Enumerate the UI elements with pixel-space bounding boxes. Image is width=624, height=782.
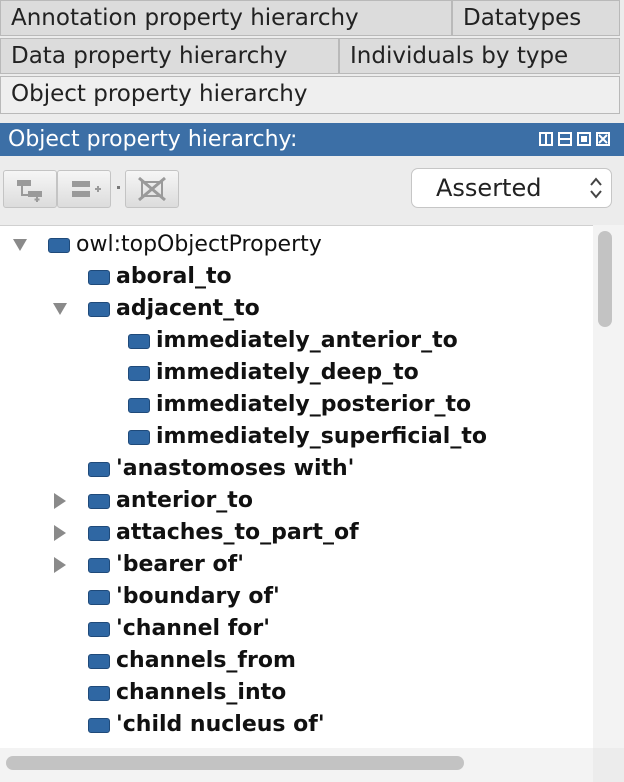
object-property-icon (128, 334, 150, 349)
tree-item-label: 'anastomoses with' (116, 456, 355, 481)
delete-property-button[interactable] (125, 170, 179, 208)
tree-item-label: 'boundary of' (116, 584, 280, 609)
panel-title: Object property hierarchy: (8, 127, 298, 152)
tree-item-label: immediately_superficial_to (156, 424, 487, 449)
tree-row[interactable]: aboral_to (0, 261, 593, 293)
add-sub-property-button[interactable] (3, 170, 57, 208)
stack-view-icon[interactable] (558, 132, 572, 146)
object-property-icon (88, 462, 110, 477)
object-property-icon (128, 366, 150, 381)
tree-item-label: immediately_posterior_to (156, 392, 472, 417)
tree-item-label: anterior_to (116, 488, 253, 513)
view-mode-select[interactable]: Asserted (411, 168, 612, 208)
object-property-tree[interactable]: owl:topObjectProperty aboral_to adjacent… (0, 225, 593, 749)
object-property-icon (88, 622, 110, 637)
tree-row[interactable]: 'bearer of' (0, 549, 593, 581)
hierarchy-toolbar: Asserted (0, 156, 624, 222)
add-sibling-property-icon (72, 181, 101, 197)
object-property-icon (88, 590, 110, 605)
tab-annotation-property-hierarchy[interactable]: Annotation property hierarchy (0, 0, 452, 36)
chevron-up-down-icon (590, 177, 602, 199)
object-property-icon (128, 430, 150, 445)
add-sibling-property-button[interactable] (57, 170, 111, 208)
tree-row[interactable]: anterior_to (0, 485, 593, 517)
horizontal-scrollbar[interactable] (0, 748, 593, 782)
expanded-arrow-icon[interactable] (13, 239, 27, 251)
object-property-icon (88, 302, 110, 317)
tree-item-label: adjacent_to (116, 296, 260, 321)
tab-row-3: Object property hierarchy (0, 76, 624, 114)
tree-row[interactable]: channels_from (0, 645, 593, 677)
tree-item-label: channels_from (116, 648, 296, 673)
tree-item-label: 'bearer of' (116, 552, 244, 577)
tree-item-label: aboral_to (116, 264, 232, 289)
object-property-icon (88, 654, 110, 669)
object-property-icon (128, 398, 150, 413)
close-icon[interactable] (596, 132, 610, 146)
maximize-icon[interactable] (577, 132, 591, 146)
toolbar-separator (117, 186, 120, 189)
tree-item-label: attaches_to_part_of (116, 520, 359, 545)
split-view-icon[interactable] (539, 132, 553, 146)
collapsed-arrow-icon[interactable] (54, 493, 66, 509)
view-mode-value: Asserted (436, 174, 542, 202)
tree-item-label: immediately_anterior_to (156, 328, 458, 353)
tree-item-label: channels_into (116, 680, 287, 705)
tree-row[interactable]: 'child nucleus of' (0, 709, 593, 741)
delete-icon (138, 176, 166, 202)
tree-item-label: 'channel for' (116, 616, 270, 641)
add-sub-property-icon (17, 180, 42, 202)
tree-row[interactable]: immediately_posterior_to (0, 389, 505, 421)
vertical-scrollbar[interactable] (593, 225, 624, 748)
tab-row-1: Annotation property hierarchy Datatypes (0, 0, 624, 38)
tab-object-property-hierarchy[interactable]: Object property hierarchy (0, 76, 620, 114)
tab-data-property-hierarchy[interactable]: Data property hierarchy (0, 38, 339, 74)
tree-item-label: owl:topObjectProperty (76, 232, 322, 257)
object-property-icon (88, 526, 110, 541)
tree-row[interactable]: 'boundary of' (0, 581, 593, 613)
collapsed-arrow-icon[interactable] (54, 525, 66, 541)
object-property-icon (88, 494, 110, 509)
object-property-icon (48, 238, 70, 253)
vertical-scroll-thumb[interactable] (598, 231, 612, 327)
tree-item-label: 'child nucleus of' (116, 712, 325, 737)
tree-row[interactable]: immediately_superficial_to (0, 421, 593, 453)
panel-title-bar: Object property hierarchy: (0, 123, 624, 156)
object-property-icon (88, 718, 110, 733)
tab-datatypes[interactable]: Datatypes (452, 0, 620, 36)
tree-row[interactable]: 'anastomoses with' (0, 453, 593, 485)
tree-row[interactable]: adjacent_to (0, 293, 593, 325)
object-property-icon (88, 686, 110, 701)
scrollbar-corner (593, 748, 624, 782)
expanded-arrow-icon[interactable] (53, 303, 67, 315)
tree-row[interactable]: attaches_to_part_of (0, 517, 391, 549)
collapsed-arrow-icon[interactable] (54, 557, 66, 573)
tree-row[interactable]: immediately_anterior_to (0, 325, 593, 357)
tree-row-root[interactable]: owl:topObjectProperty (0, 229, 340, 261)
tree-row[interactable]: 'channel for' (0, 613, 593, 645)
horizontal-scroll-thumb[interactable] (6, 756, 464, 770)
object-property-icon (88, 270, 110, 285)
object-property-icon (88, 558, 110, 573)
tab-individuals-by-type[interactable]: Individuals by type (339, 38, 620, 74)
tab-row-2: Data property hierarchy Individuals by t… (0, 38, 624, 76)
tree-item-label: immediately_deep_to (156, 360, 419, 385)
tree-row[interactable]: channels_into (0, 677, 593, 709)
tree-row[interactable]: immediately_deep_to (0, 357, 593, 389)
